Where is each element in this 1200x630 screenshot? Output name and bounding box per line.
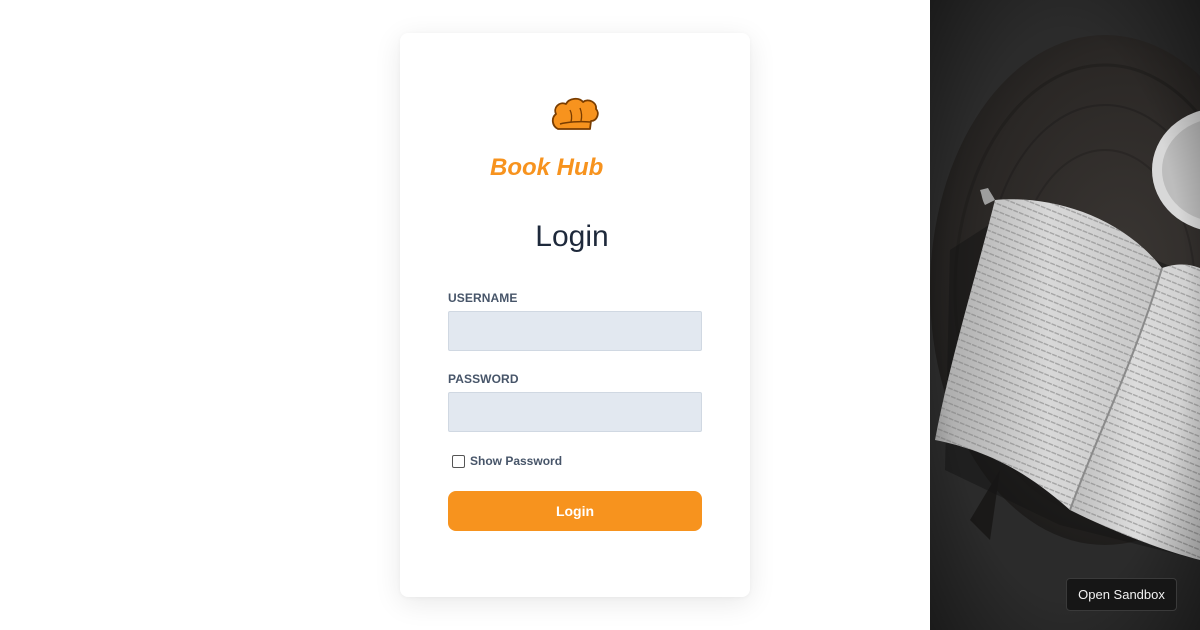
username-input[interactable] <box>448 311 702 351</box>
show-password-checkbox[interactable] <box>452 454 465 468</box>
password-input[interactable] <box>448 392 702 432</box>
show-password-row[interactable]: Show Password <box>452 454 562 468</box>
book-photo <box>930 0 1200 630</box>
login-card: Book Hub Login USERNAME PASSWORD Show Pa… <box>400 33 750 597</box>
show-password-label[interactable]: Show Password <box>470 454 562 468</box>
book-photo-illustration <box>930 0 1200 630</box>
open-sandbox-button[interactable]: Open Sandbox <box>1066 578 1177 611</box>
login-button[interactable]: Login <box>448 491 702 531</box>
username-label: USERNAME <box>448 291 518 305</box>
chef-hat-icon <box>551 97 599 130</box>
brand-name: Book Hub <box>490 154 604 181</box>
password-label: PASSWORD <box>448 372 519 386</box>
page-title: Login <box>535 220 609 253</box>
